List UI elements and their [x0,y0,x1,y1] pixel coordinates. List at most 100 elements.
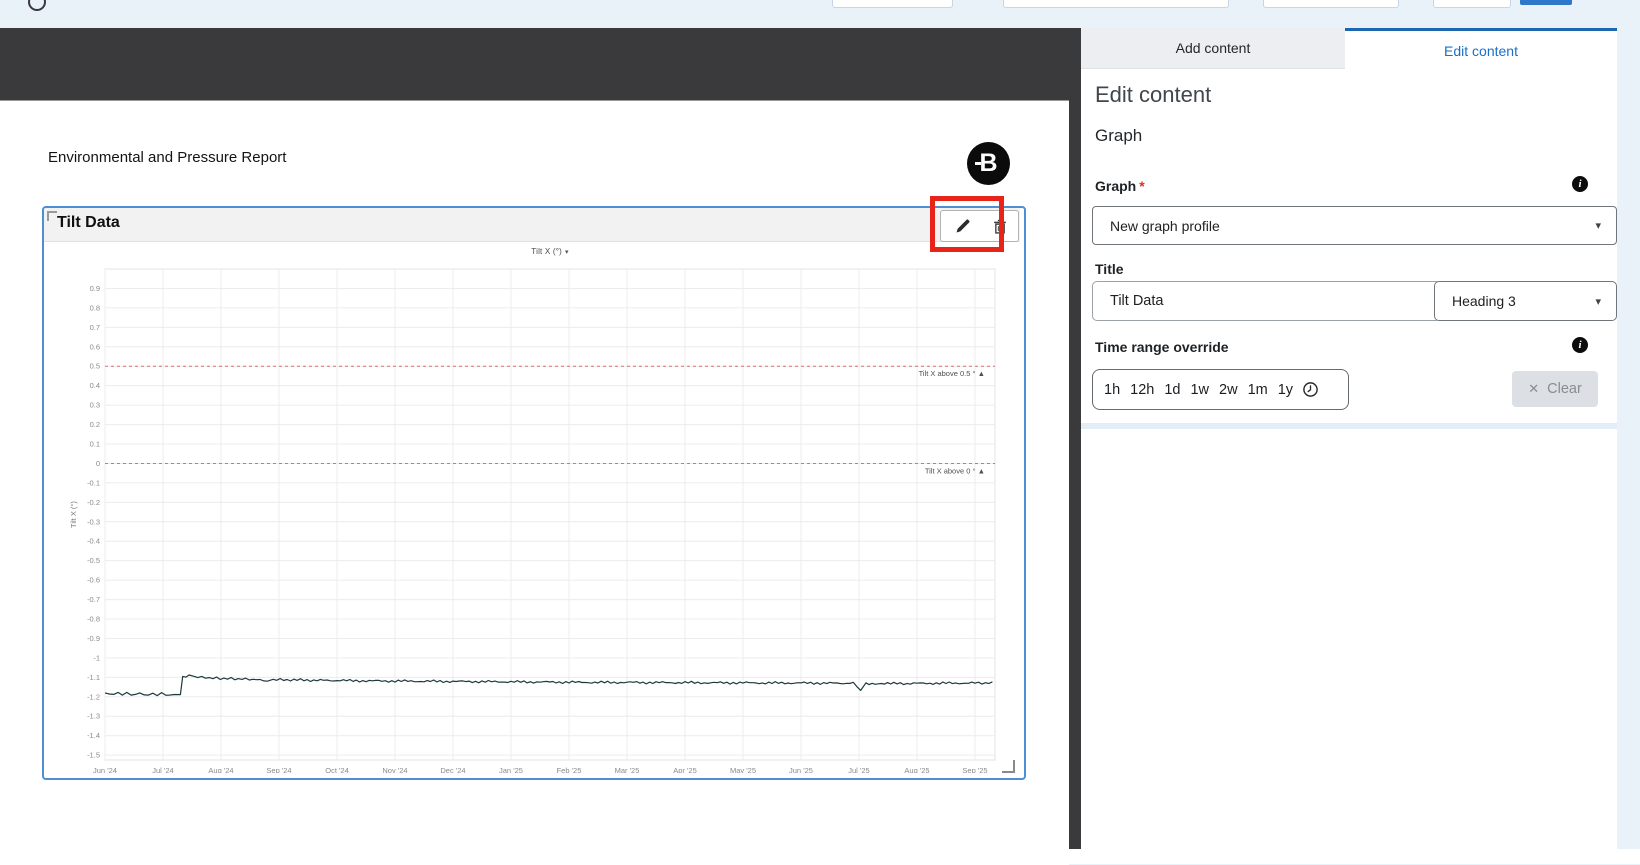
time-preset-option[interactable]: 12h [1130,382,1154,398]
cutoff-primary-button-sliver [1520,0,1572,5]
panel-card-bottom-edge [1081,423,1617,429]
time-preset-option[interactable]: 1m [1248,382,1268,398]
cutoff-button-sliver [832,0,953,8]
bottom-strip [0,849,1640,864]
svg-text:-1.5: -1.5 [87,751,100,760]
time-preset-option[interactable]: 1w [1190,382,1209,398]
clear-label: Clear [1547,381,1582,397]
info-glyph: i [1578,339,1582,351]
clear-button[interactable]: ✕ Clear [1512,371,1598,407]
svg-text:Sep '24: Sep '24 [266,766,291,773]
svg-text:-1.2: -1.2 [87,692,100,701]
svg-text:0.1: 0.1 [90,440,100,449]
select-value: Heading 3 [1452,293,1516,309]
svg-text:0.6: 0.6 [90,342,100,351]
svg-text:Mar '25: Mar '25 [615,766,640,773]
svg-text:0.8: 0.8 [90,303,100,312]
graph-profile-select[interactable]: New graph profile ▾ [1092,206,1617,245]
svg-text:-1.4: -1.4 [87,731,100,740]
svg-text:Tilt X above 0 ° ▲: Tilt X above 0 ° ▲ [925,466,985,475]
app-screenshot: { "icons": { "info_glyph": "i", "caret":… [0,0,1640,865]
svg-text:0: 0 [96,459,100,468]
time-preset-option[interactable]: 1y [1278,382,1293,398]
time-range-presets: 1h 12h 1d 1w 2w 1m 1y [1104,382,1293,398]
svg-text:Tilt X above 0.5 ° ▲: Tilt X above 0.5 ° ▲ [919,369,985,378]
tab-label: Edit content [1444,43,1518,59]
svg-text:-1: -1 [93,653,100,662]
info-icon[interactable]: i [1572,337,1588,353]
svg-text:0.5: 0.5 [90,362,100,371]
logo-letter: B [979,149,998,177]
clear-x-icon: ✕ [1528,381,1540,396]
svg-text:Aug '25: Aug '25 [904,766,929,773]
tab-edit-content[interactable]: Edit content [1345,28,1617,71]
cutoff-button-sliver [1433,0,1511,8]
info-glyph: i [1578,178,1582,190]
heading-style-select[interactable]: Heading 3 ▾ [1434,281,1617,321]
svg-text:-0.8: -0.8 [87,615,100,624]
tab-add-content[interactable]: Add content [1081,28,1346,69]
svg-text:0.7: 0.7 [90,323,100,332]
required-asterisk: * [1139,178,1145,194]
svg-text:-0.2: -0.2 [87,498,100,507]
svg-text:Nov '24: Nov '24 [382,766,407,773]
tab-label: Add content [1175,40,1251,56]
svg-text:Apr '25: Apr '25 [673,766,697,773]
info-icon[interactable]: i [1572,176,1588,192]
svg-text:May '25: May '25 [730,766,756,773]
workspace-divider [1069,28,1081,849]
title-input[interactable] [1092,281,1441,321]
cutoff-button-sliver [1003,0,1229,8]
svg-text:-1.3: -1.3 [87,712,100,721]
graph-block-title: Tilt Data [57,214,120,231]
panel-section-heading: Graph [1095,126,1143,145]
graph-field-label: Graph * [1095,178,1145,194]
cutoff-button-sliver [1263,0,1399,8]
svg-text:0.3: 0.3 [90,401,100,410]
svg-text:-0.4: -0.4 [87,537,100,546]
svg-text:Sep '25: Sep '25 [962,766,987,773]
svg-text:0.2: 0.2 [90,420,100,429]
svg-text:Tilt X (°): Tilt X (°) [69,501,78,528]
svg-text:-0.7: -0.7 [87,595,100,604]
time-preset-option[interactable]: 2w [1219,382,1238,398]
svg-text:Dec '24: Dec '24 [440,766,465,773]
svg-text:-0.9: -0.9 [87,634,100,643]
svg-text:0.4: 0.4 [90,381,100,390]
time-preset-option[interactable]: 1d [1164,382,1180,398]
select-value: New graph profile [1110,217,1220,234]
time-range-preset-group: 1h 12h 1d 1w 2w 1m 1y [1092,369,1349,410]
cutoff-circle-icon [28,0,46,11]
chevron-down-icon: ▾ [1595,220,1601,232]
svg-text:0.9: 0.9 [90,284,100,293]
clock-icon[interactable] [1302,381,1319,398]
svg-text:-0.5: -0.5 [87,556,100,565]
svg-text:Jan '25: Jan '25 [499,766,523,773]
svg-text:-0.1: -0.1 [87,478,100,487]
brand-logo: B [967,142,1010,185]
svg-text:Oct '24: Oct '24 [325,766,349,773]
svg-text:Feb '25: Feb '25 [557,766,582,773]
svg-text:Jun '25: Jun '25 [789,766,813,773]
svg-text:Jul '24: Jul '24 [152,766,173,773]
annotation-highlight-box [930,196,1004,252]
time-preset-option[interactable]: 1h [1104,382,1120,398]
svg-text:-0.3: -0.3 [87,517,100,526]
editor-toolbar-dark-bar [0,28,1076,100]
corner-marker-icon [47,211,57,221]
panel-heading: Edit content [1095,82,1212,107]
svg-text:-0.6: -0.6 [87,576,100,585]
time-range-label: Time range override [1095,339,1229,355]
svg-text:Aug '24: Aug '24 [208,766,233,773]
title-field-label: Title [1095,261,1124,277]
label-text: Graph [1095,178,1137,194]
logo-crossbar [975,162,981,165]
side-panel [1081,28,1617,849]
chevron-down-icon: ▾ [1595,295,1601,308]
svg-text:-1.1: -1.1 [87,673,100,682]
report-title: Environmental and Pressure Report [48,149,287,166]
svg-text:Jul '25: Jul '25 [848,766,869,773]
tilt-chart-svg: Jun '24 Jul '24 Aug '24 Sep '24 Oct '24 Nov '… [69,268,996,773]
svg-text:Jun '24: Jun '24 [93,766,117,773]
graph-block-header: Tilt Data [44,208,1020,242]
